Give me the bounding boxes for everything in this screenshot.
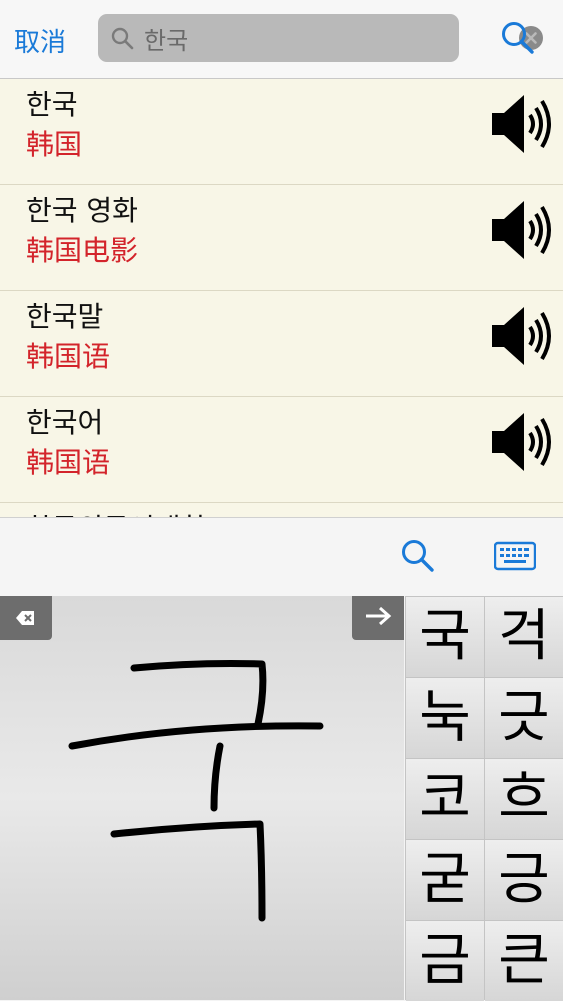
chinese-translation: 韩国 [26,128,83,161]
chinese-translation: 韩国电影 [26,234,139,267]
speaker-icon[interactable] [488,303,554,373]
korean-word: 한국 영화 [26,194,138,227]
candidate-key[interactable]: 걱 [485,597,563,677]
search-field[interactable] [98,14,543,62]
handwritten-stroke [68,660,324,922]
candidate-key[interactable]: 굳 [406,840,484,920]
handwriting-pad[interactable] [0,596,404,1000]
candidate-key[interactable]: 긋 [485,678,563,758]
arrow-right-icon [366,606,392,626]
list-item[interactable]: 한국 영화 韩国电影 [0,185,563,291]
chinese-translation: 韩国语 [26,446,111,479]
candidate-key[interactable]: 긍 [485,840,563,920]
keyboard-toolbar [0,517,563,596]
candidate-key[interactable]: 금 [406,921,484,1001]
search-icon[interactable] [400,538,436,578]
keyboard-icon[interactable] [493,540,537,576]
candidate-key[interactable]: 코 [406,759,484,839]
speaker-icon[interactable] [488,197,554,267]
list-item[interactable]: 한국 韩国 [0,79,563,185]
candidate-grid: 국 걱 눅 긋 코 흐 굳 긍 금 큰 [405,596,563,1001]
speaker-icon[interactable] [488,409,554,479]
list-item[interactable]: 한국외국어대학교 [0,503,563,517]
results-list: 한국 韩国 한국 영화 韩国电影 한국말 韩国语 한국어 韩国语 한국외국어대학… [0,79,563,517]
search-icon[interactable] [500,20,536,60]
korean-word: 한국 [26,88,78,121]
candidate-key[interactable]: 눅 [406,678,484,758]
candidate-key[interactable]: 큰 [485,921,563,1001]
list-item[interactable]: 한국말 韩国语 [0,291,563,397]
candidate-key[interactable]: 국 [406,597,484,677]
cancel-button[interactable]: 取消 [14,22,66,59]
speaker-icon[interactable] [488,91,554,161]
delete-button[interactable] [0,596,52,640]
search-icon [110,26,134,54]
korean-word: 한국어 [26,406,104,439]
chinese-translation: 韩国语 [26,340,111,373]
korean-word: 한국말 [26,300,104,333]
list-item[interactable]: 한국어 韩国语 [0,397,563,503]
search-bar: 取消 [0,0,563,79]
korean-word: 한국외국어대학교 [26,507,232,517]
candidate-key[interactable]: 흐 [485,759,563,839]
delete-icon [16,611,34,625]
search-input[interactable] [144,22,404,54]
next-button[interactable] [352,596,404,640]
